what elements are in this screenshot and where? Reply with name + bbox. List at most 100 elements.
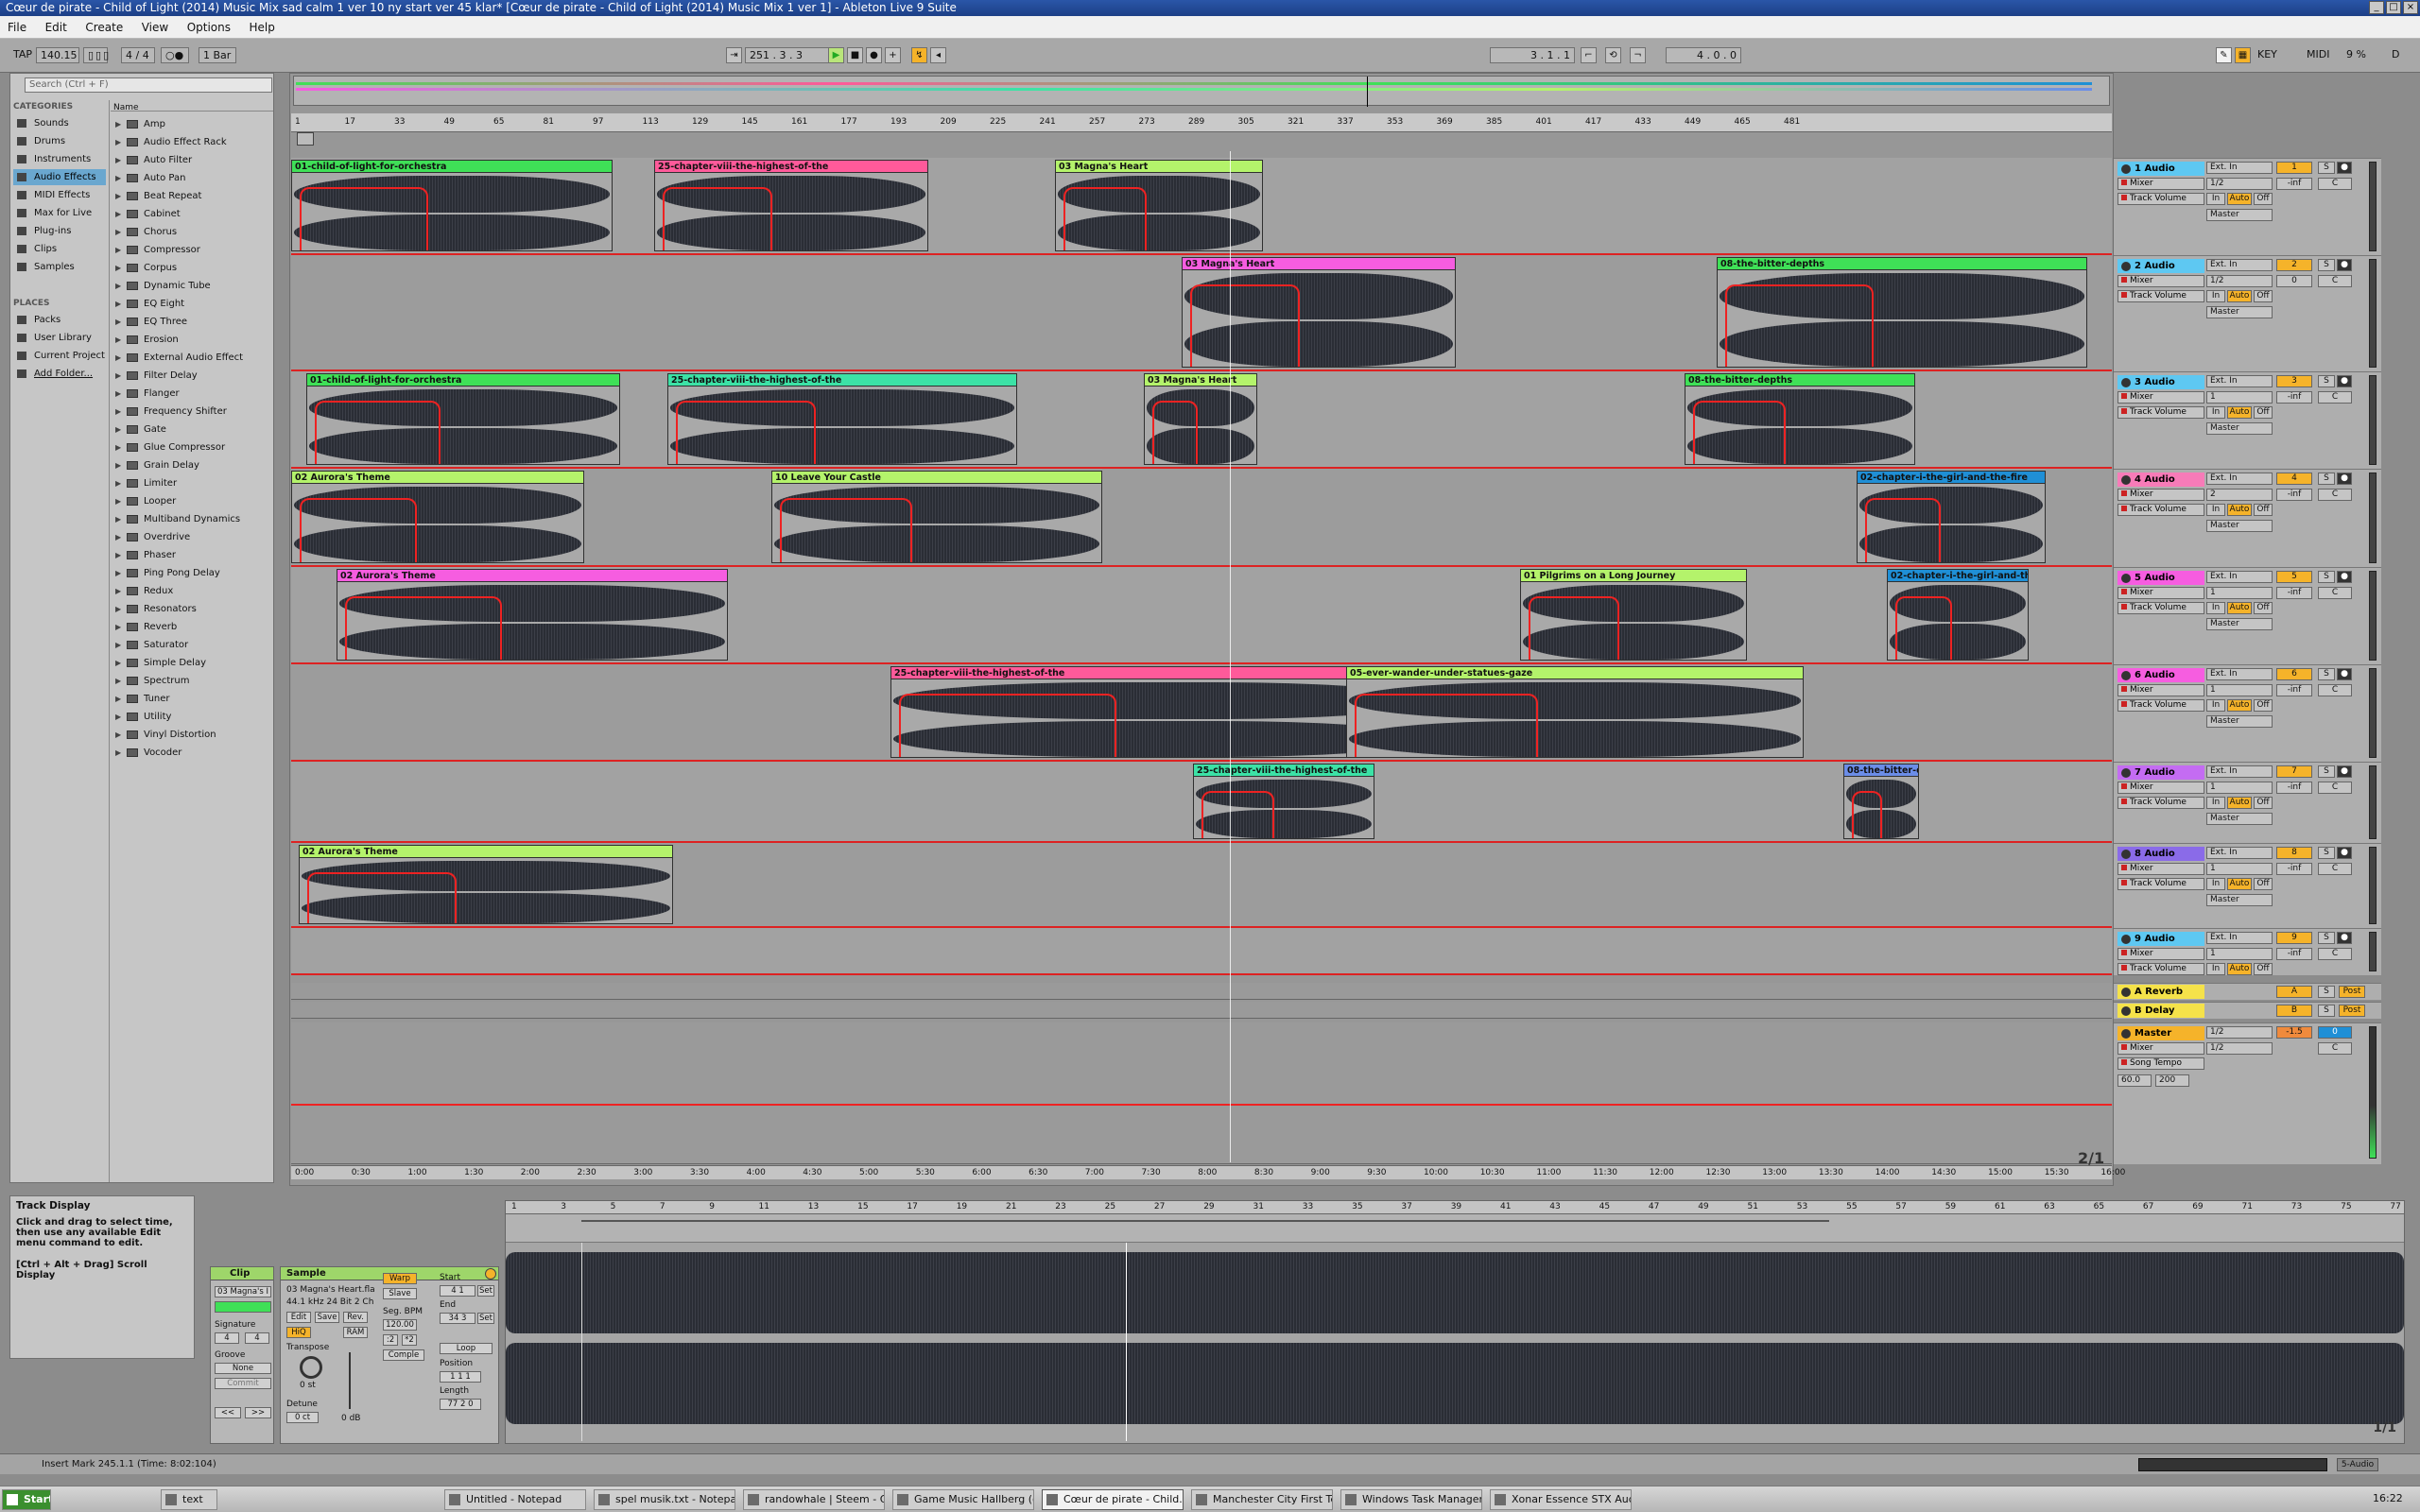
fold-track-icon[interactable] xyxy=(2121,1006,2131,1016)
clip-title[interactable]: 01-child-of-light-for-orchestra xyxy=(307,374,619,387)
browser-item-auto-pan[interactable]: ▶ Auto Pan xyxy=(113,169,269,187)
halve-tempo-button[interactable]: :2 xyxy=(383,1334,398,1346)
track-activator[interactable]: 5 xyxy=(2276,571,2312,583)
expand-arrow-icon[interactable]: ▶ xyxy=(115,600,121,618)
volume-envelope[interactable] xyxy=(676,401,816,464)
expand-arrow-icon[interactable]: ▶ xyxy=(115,259,121,277)
menu-file[interactable]: File xyxy=(0,16,34,39)
browser-item-phaser[interactable]: ▶ Phaser xyxy=(113,546,269,564)
browser-item-compressor[interactable]: ▶ Compressor xyxy=(113,241,269,259)
menu-options[interactable]: Options xyxy=(180,16,238,39)
output-chooser[interactable]: Master xyxy=(2206,306,2273,318)
clip-title[interactable]: 25-chapter-viii-the-highest-of-the xyxy=(668,374,1016,387)
volume-envelope[interactable] xyxy=(345,596,502,660)
expand-arrow-icon[interactable]: ▶ xyxy=(115,331,121,349)
taskbar-item-text[interactable]: text xyxy=(161,1489,217,1510)
output-chooser[interactable]: Master xyxy=(2206,894,2273,906)
category-drums[interactable]: Drums xyxy=(13,133,106,149)
device-chooser[interactable]: Mixer xyxy=(2118,1042,2204,1055)
expand-arrow-icon[interactable]: ▶ xyxy=(115,510,121,528)
expand-arrow-icon[interactable]: ▶ xyxy=(115,367,121,385)
time-ruler[interactable]: 0:00 0:30 1:00 1:30 2:00 2:30 3:00 3:30 4:00 4:30… xyxy=(291,1165,2125,1179)
expand-arrow-icon[interactable]: ▶ xyxy=(115,133,121,151)
browser-item-reverb[interactable]: ▶ Reverb xyxy=(113,618,269,636)
commit-button[interactable]: Commit xyxy=(215,1378,271,1389)
return-activator[interactable]: A xyxy=(2276,986,2312,998)
draw-mode-icon[interactable]: ✎ xyxy=(2216,47,2232,63)
clip-title[interactable]: 03 Magna's Heart xyxy=(1183,258,1455,270)
track-name[interactable]: 6 Audio xyxy=(2118,668,2204,682)
audio-clip[interactable]: 25-chapter-viii-the-highest-of-the xyxy=(667,373,1017,465)
arm-button[interactable]: ● xyxy=(2337,162,2352,174)
solo-button[interactable]: S xyxy=(2318,1005,2335,1017)
arm-button[interactable]: ● xyxy=(2337,259,2352,271)
track-volume[interactable]: -inf xyxy=(2276,391,2312,404)
browser-item-tuner[interactable]: ▶ Tuner xyxy=(113,690,269,708)
track-volume[interactable]: -inf xyxy=(2276,948,2312,960)
volume-envelope[interactable] xyxy=(1852,791,1882,838)
monitor-in-button[interactable]: In xyxy=(2206,963,2225,975)
monitor-off-button[interactable]: Off xyxy=(2254,878,2273,890)
volume-envelope[interactable] xyxy=(1190,284,1300,367)
output-chooser[interactable]: Master xyxy=(2206,618,2273,630)
browser-item-audio-effect-rack[interactable]: ▶ Audio Effect Rack xyxy=(113,133,269,151)
volume-envelope[interactable] xyxy=(1895,596,1952,660)
nudge-back-button[interactable]: << xyxy=(215,1407,241,1418)
device-chooser[interactable]: Mixer xyxy=(2118,684,2204,696)
browser-item-ping-pong-delay[interactable]: ▶ Ping Pong Delay xyxy=(113,564,269,582)
browser-item-gate[interactable]: ▶ Gate xyxy=(113,421,269,438)
monitor-off-button[interactable]: Off xyxy=(2254,963,2273,975)
input-type-chooser[interactable]: Ext. In xyxy=(2206,571,2273,583)
monitor-off-button[interactable]: Off xyxy=(2254,406,2273,419)
input-channel-chooser[interactable]: 1 xyxy=(2206,391,2273,404)
menu-create[interactable]: Create xyxy=(78,16,130,39)
category-midi-effects[interactable]: MIDI Effects xyxy=(13,187,106,203)
audio-clip[interactable]: 01 Pilgrims on a Long Journey xyxy=(1520,569,1747,661)
device-chooser[interactable]: Mixer xyxy=(2118,863,2204,875)
monitor-in-button[interactable]: In xyxy=(2206,406,2225,419)
midi-map-button[interactable]: MIDI xyxy=(2303,47,2337,63)
device-chooser[interactable]: Mixer xyxy=(2118,275,2204,287)
arm-button[interactable]: ● xyxy=(2337,472,2352,485)
arrangement-position[interactable]: 251 . 3 . 3 xyxy=(745,47,832,63)
track-volume[interactable]: -inf xyxy=(2276,489,2312,501)
time-signature-field[interactable]: 4 / 4 xyxy=(121,47,155,63)
browser-item-cabinet[interactable]: ▶ Cabinet xyxy=(113,205,269,223)
solo-button[interactable]: S xyxy=(2318,932,2335,944)
track-lane-6[interactable]: 25-chapter-viii-the-highest-of-the 05-eve… xyxy=(291,664,2112,762)
track-activator[interactable]: 4 xyxy=(2276,472,2312,485)
monitor-auto-button[interactable]: Auto xyxy=(2227,797,2252,809)
expand-arrow-icon[interactable]: ▶ xyxy=(115,654,121,672)
parameter-chooser[interactable]: Track Volume xyxy=(2118,878,2204,890)
device-chooser[interactable]: Mixer xyxy=(2118,587,2204,599)
category-sounds[interactable]: Sounds xyxy=(13,115,106,131)
return-track-name[interactable]: A Reverb xyxy=(2118,985,2204,999)
monitor-in-button[interactable]: In xyxy=(2206,290,2225,302)
expand-arrow-icon[interactable]: ▶ xyxy=(115,403,121,421)
expand-arrow-icon[interactable]: ▶ xyxy=(115,115,121,133)
add-folder-link[interactable]: Add Folder... xyxy=(13,366,106,382)
track-lane-5[interactable]: 02 Aurora's Theme 01 Pilgrims on a Long J… xyxy=(291,567,2112,664)
category-max-for-live[interactable]: Max for Live xyxy=(13,205,106,221)
device-chooser[interactable]: Mixer xyxy=(2118,782,2204,794)
browser-item-beat-repeat[interactable]: ▶ Beat Repeat xyxy=(113,187,269,205)
track-pan[interactable]: C xyxy=(2318,782,2352,794)
fold-track-icon[interactable] xyxy=(2121,768,2131,778)
follow-arrow-icon[interactable]: ⇥ xyxy=(726,47,742,63)
track-volume[interactable]: -inf xyxy=(2276,684,2312,696)
volume-envelope[interactable] xyxy=(1865,498,1941,562)
solo-button[interactable]: S xyxy=(2318,259,2335,271)
clip-title[interactable]: 02-chapter-i-the-girl-and-the-fire xyxy=(1888,570,2028,582)
loop-length-field[interactable]: 4 . 0 . 0 xyxy=(1666,47,1741,63)
browser-search-input[interactable]: Search (Ctrl + F) xyxy=(25,77,272,93)
minimize-button[interactable]: _ xyxy=(2369,1,2384,14)
automation-min-field[interactable]: 60.0 xyxy=(2118,1074,2152,1087)
browser-item-simple-delay[interactable]: ▶ Simple Delay xyxy=(113,654,269,672)
category-audio-effects[interactable]: Audio Effects xyxy=(13,169,106,185)
menu-edit[interactable]: Edit xyxy=(38,16,75,39)
fold-track-icon[interactable] xyxy=(2121,262,2131,271)
monitor-auto-button[interactable]: Auto xyxy=(2227,878,2252,890)
clip-title[interactable]: 01-child-of-light-for-orchestra xyxy=(292,161,612,173)
solo-button[interactable]: S xyxy=(2318,571,2335,583)
expand-arrow-icon[interactable]: ▶ xyxy=(115,690,121,708)
